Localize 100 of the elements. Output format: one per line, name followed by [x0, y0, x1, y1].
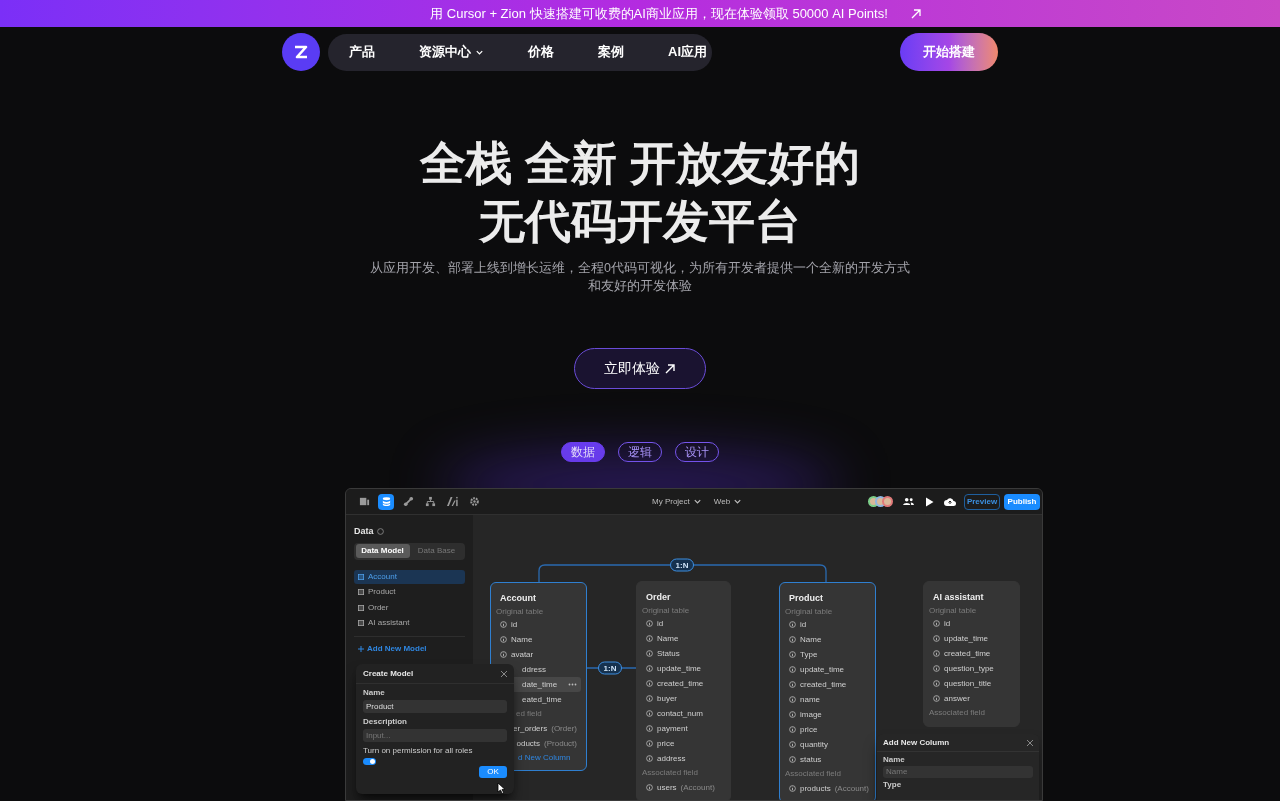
start-building-button[interactable]: 开始搭建: [900, 33, 998, 71]
section-label: Associated field: [642, 767, 700, 779]
field-name: buyer: [657, 692, 677, 705]
table-icon: [358, 589, 364, 595]
field-icon: [646, 635, 653, 642]
nav-link[interactable]: 产品: [349, 42, 375, 62]
field-name: Status: [657, 647, 680, 660]
model-list-item[interactable]: Account: [354, 569, 465, 584]
close-icon[interactable]: [1027, 739, 1033, 746]
toggle-switch[interactable]: [363, 758, 376, 765]
field-icon: [789, 621, 796, 628]
field-icon: [789, 651, 796, 658]
dialog-title: Create Model: [363, 667, 414, 680]
section-label: Associated field: [929, 707, 987, 719]
field-name: ddress: [522, 663, 546, 676]
field-name: er_orders: [512, 722, 548, 735]
banner-text[interactable]: 用 Cursor + Zion 快速搭建可收费的AI商业应用，现在体验领取 50000 AI Points!: [430, 3, 888, 24]
field-name: created_time: [657, 677, 704, 690]
field-name: Name: [657, 632, 679, 645]
dialog-title: Add New Column: [883, 736, 950, 749]
cloud-upload-icon[interactable]: [944, 497, 956, 506]
logo-icon[interactable]: [282, 33, 320, 71]
field-name: image: [800, 708, 822, 721]
field-icon: [646, 620, 653, 627]
field-label: Name: [363, 688, 385, 698]
try-now-button[interactable]: 立即体验: [574, 348, 706, 389]
close-icon[interactable]: [501, 670, 507, 677]
hero-subtitle: 从应用开发、部署上线到增长运维，全程0代码可视化，为所有开发者提供一个全新的开发方式: [370, 260, 910, 277]
table-icon: [358, 604, 364, 611]
nav-link[interactable]: AI应用: [668, 42, 707, 62]
card-title: Account: [500, 592, 537, 604]
field-name: payment: [657, 722, 688, 735]
field-name: products: [800, 782, 831, 795]
section-label: Original table: [785, 606, 834, 617]
field-icon: [646, 710, 653, 717]
field-name: update_time: [800, 663, 845, 676]
panel-title: Data: [354, 525, 374, 538]
section-label: Original table: [642, 605, 691, 616]
field-icon: [500, 621, 507, 628]
model-list-item[interactable]: Order: [354, 600, 465, 615]
field-label: Type: [883, 780, 902, 790]
field-icon: [646, 680, 653, 687]
field-icon: [646, 695, 653, 702]
field-reference: (Account): [680, 781, 715, 794]
field-icon: [789, 726, 796, 733]
hero-title: 全栈 全新 开放友好的: [420, 136, 860, 191]
field-label: Turn on permission for all roles: [363, 746, 473, 756]
card-title: Order: [646, 591, 672, 603]
field-icon: [789, 741, 796, 748]
nav-link[interactable]: 资源中心: [419, 42, 484, 62]
help-icon[interactable]: [376, 528, 384, 536]
field-name: date_time: [522, 678, 558, 691]
play-icon[interactable]: [925, 496, 934, 507]
field-icon: [646, 755, 653, 762]
field-name: created_time: [800, 678, 847, 691]
field-icon: [500, 636, 507, 643]
field-name: price: [657, 737, 675, 750]
users-icon[interactable]: [903, 497, 914, 506]
field-name: question_type: [944, 662, 994, 675]
relation-badge: 1:N: [670, 558, 694, 572]
field-name: answer: [944, 692, 970, 705]
more-icon[interactable]: [568, 683, 577, 686]
card-title: AI assistant: [933, 591, 985, 603]
field-icon: [789, 711, 796, 718]
field-reference: (Account): [834, 782, 869, 795]
field-name: Type: [800, 648, 818, 661]
add-model-link[interactable]: Add New Model: [354, 643, 465, 655]
arrow-icon: [664, 362, 676, 375]
model-list-item[interactable]: AI assistant: [354, 616, 465, 630]
field-label: Description: [363, 717, 407, 727]
field-icon: [789, 756, 796, 763]
section-label: Original table: [929, 605, 978, 616]
field-name: address: [657, 752, 686, 765]
field-icon: [789, 666, 796, 673]
plus-icon: [358, 646, 364, 652]
preview-button[interactable]: Preview: [964, 493, 1000, 510]
field-icon: [789, 696, 796, 703]
arrow-icon[interactable]: [909, 7, 922, 20]
feature-tab[interactable]: 数据: [561, 442, 605, 462]
field-icon: [933, 650, 940, 657]
field-name: id: [657, 617, 664, 630]
field-name: contact_num: [657, 707, 703, 720]
field-reference: (Order): [551, 722, 577, 735]
model-list-item[interactable]: Product: [354, 585, 465, 599]
database-icon[interactable]: [378, 493, 394, 510]
name-input[interactable]: Product: [363, 700, 507, 713]
nav-link[interactable]: 价格: [528, 42, 554, 62]
project-dropdown[interactable]: My Project: [652, 495, 702, 508]
table-icon: [358, 620, 364, 626]
field-icon: [933, 665, 940, 672]
platform-dropdown[interactable]: Web: [713, 495, 743, 508]
hero-title: 无代码开发平台: [479, 194, 801, 249]
segment-tab[interactable]: Data Model: [355, 544, 410, 558]
field-icon: [646, 740, 653, 747]
field-reference: (Product): [544, 737, 577, 750]
field-icon: [646, 784, 653, 791]
relation-badge: 1:N: [598, 661, 622, 675]
field-name: update_time: [944, 632, 989, 645]
nav-link[interactable]: 案例: [598, 42, 624, 62]
table-icon: [358, 573, 364, 580]
